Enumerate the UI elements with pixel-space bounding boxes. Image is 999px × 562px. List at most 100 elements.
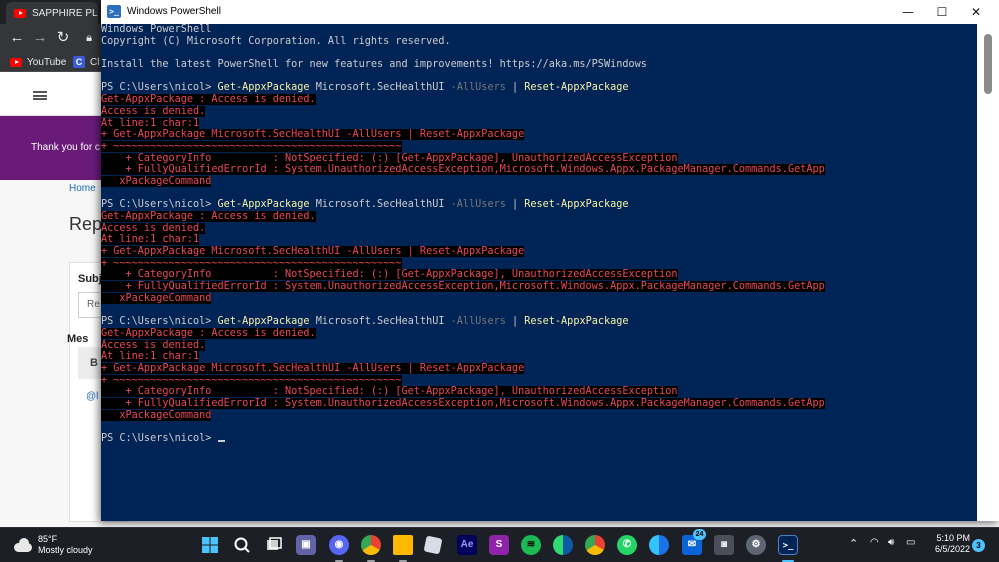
camera-icon[interactable]: ◙ (714, 535, 734, 555)
console-error-line: + ~~~~~~~~~~~~~~~~~~~~~~~~~~~~~~~~~~~~~~… (101, 374, 977, 387)
minimize-button[interactable]: — (891, 0, 925, 24)
chrome-profile-icon[interactable] (585, 535, 605, 555)
pipe-text: | (505, 82, 525, 94)
console-error-line: Get-AppxPackage : Access is denied. (101, 327, 977, 340)
browser-tab[interactable]: SAPPHIRE PL (6, 2, 98, 24)
powershell-icon: >_ (107, 5, 121, 18)
console-header-line: Install the latest PowerShell for new fe… (101, 59, 647, 71)
battery-icon[interactable]: ▭ (906, 537, 915, 548)
bookmark-youtube[interactable]: YouTube (10, 54, 66, 70)
error-text: Access is denied. (101, 339, 206, 351)
console-header-line: Copyright (C) Microsoft Corporation. All… (101, 35, 451, 47)
parameter-text: -AllUsers (450, 316, 506, 328)
error-text: Get-AppxPackage : Access is denied. (101, 94, 316, 106)
error-text: + Get-AppxPackage Microsoft.SecHealthUI … (101, 129, 525, 141)
bookmark-label: YouTube (27, 56, 67, 68)
error-text: + CategoryInfo : NotSpecified: (:) [Get-… (101, 386, 678, 398)
error-text: + ~~~~~~~~~~~~~~~~~~~~~~~~~~~~~~~~~~~~~~… (101, 257, 402, 269)
discord-icon[interactable]: ◉ (329, 535, 349, 555)
cmdlet-text: Reset-AppxPackage (524, 82, 629, 94)
cloud-icon (14, 538, 32, 552)
powershell-taskbar-icon[interactable]: >_ (778, 535, 798, 555)
message-label: Mes (67, 333, 89, 345)
c-logo-icon: C (73, 56, 85, 68)
error-text: + ~~~~~~~~~~~~~~~~~~~~~~~~~~~~~~~~~~~~~~… (101, 374, 402, 386)
console-error-line: Get-AppxPackage : Access is denied. (101, 211, 977, 223)
error-text: Access is denied. (101, 105, 206, 117)
error-text: Get-AppxPackage : Access is denied. (101, 327, 316, 339)
error-text: + FullyQualifiedErrorId : System.Unautho… (101, 398, 825, 409)
parameter-text: -AllUsers (450, 199, 506, 211)
maximize-button[interactable]: ☐ (925, 0, 959, 24)
console-output[interactable]: Windows PowerShell Copyright (C) Microsof… (101, 24, 977, 521)
close-button[interactable]: ✕ (959, 0, 993, 24)
mail-badge: 24 (693, 529, 706, 540)
error-text: xPackageCommand (101, 175, 212, 187)
weather-widget[interactable]: 85°F Mostly cloudy (14, 534, 93, 556)
cmdlet-text: Get-AppxPackage (217, 199, 310, 211)
cmdlet-text: Get-AppxPackage (217, 82, 310, 94)
console-header-line (101, 47, 977, 59)
notepad-icon[interactable] (423, 535, 443, 555)
console-scrollbar[interactable] (977, 24, 999, 521)
app-s-icon[interactable]: S (489, 535, 509, 555)
bookmark-label: Cl (90, 56, 100, 68)
cmdlet-text: Get-AppxPackage (217, 316, 310, 328)
forward-arrow-icon[interactable]: → (31, 29, 49, 47)
console-command-line: PS C:\Users\nicol> Get-AppxPackage Micro… (101, 199, 977, 211)
console-error-line: At line:1 char:1 (101, 117, 977, 130)
browser-tab-title: SAPPHIRE PL (32, 7, 98, 19)
scrollbar-thumb[interactable] (984, 34, 992, 94)
search-icon[interactable] (232, 535, 252, 555)
console-error-line: Access is denied. (101, 339, 977, 352)
teams-chat-icon[interactable]: ▣ (296, 535, 316, 555)
console-error-line: + CategoryInfo : NotSpecified: (:) [Get-… (101, 386, 977, 398)
chrome-icon[interactable] (361, 535, 381, 555)
text-cursor (217, 440, 225, 443)
error-text: At line:1 char:1 (101, 351, 200, 363)
edge-icon[interactable] (553, 535, 573, 555)
back-arrow-icon[interactable]: ← (8, 29, 26, 47)
error-text: + FullyQualifiedErrorId : System.Unautho… (101, 281, 825, 293)
mention-link[interactable]: @l (86, 391, 98, 402)
after-effects-icon[interactable]: Ae (457, 535, 477, 555)
bookmark-c[interactable]: C Cl (73, 54, 99, 70)
lock-icon[interactable]: 🔒︎ (80, 29, 98, 47)
error-text: + ~~~~~~~~~~~~~~~~~~~~~~~~~~~~~~~~~~~~~~… (101, 140, 402, 152)
whatsapp-icon[interactable]: ✆ (617, 535, 637, 555)
notification-badge[interactable]: 3 (972, 539, 985, 552)
settings-gear-icon[interactable]: ⚙ (746, 535, 766, 555)
clock-date: 6/5/2022 (934, 544, 970, 554)
console-error-line: + ~~~~~~~~~~~~~~~~~~~~~~~~~~~~~~~~~~~~~~… (101, 257, 977, 270)
cmdlet-text: Reset-AppxPackage (524, 316, 629, 328)
console-error-line: Get-AppxPackage : Access is denied. (101, 94, 977, 106)
powershell-titlebar[interactable]: >_ Windows PowerShell — ☐ ✕ (101, 0, 999, 24)
chevron-up-icon[interactable]: ⌃ (849, 537, 858, 550)
volume-icon[interactable]: 🔊︎ (888, 537, 894, 548)
hamburger-menu-icon[interactable] (33, 91, 47, 100)
console-error-line: + CategoryInfo : NotSpecified: (:) [Get-… (101, 152, 977, 165)
windows-start-icon[interactable] (200, 535, 220, 555)
file-explorer-icon[interactable] (393, 535, 413, 555)
argument-text: Microsoft.SecHealthUI (309, 82, 451, 94)
console-header-line: Windows PowerShell (101, 24, 212, 35)
reload-icon[interactable]: ↻ (54, 29, 72, 47)
error-text: At line:1 char:1 (101, 234, 200, 246)
wifi-icon[interactable]: ◠ (870, 537, 879, 548)
prompt-text: PS C:\Users\nicol> (101, 82, 218, 94)
error-text: At line:1 char:1 (101, 117, 200, 129)
breadcrumb-home[interactable]: Home (69, 183, 96, 194)
edge-dev-icon[interactable] (649, 535, 669, 555)
subject-label: Subj (78, 273, 102, 285)
console-command-line: PS C:\Users\nicol> Get-AppxPackage Micro… (101, 316, 977, 328)
prompt-text: PS C:\Users\nicol> (101, 433, 218, 445)
console-error-line: xPackageCommand (101, 409, 977, 422)
spotify-icon[interactable]: ≋ (521, 535, 541, 555)
weather-description: Mostly cloudy (38, 545, 93, 555)
clock[interactable]: 5:10 PM 6/5/2022 (924, 533, 970, 555)
prompt-text: PS C:\Users\nicol> (101, 316, 218, 328)
error-text: Get-AppxPackage : Access is denied. (101, 211, 316, 222)
task-view-icon[interactable] (264, 535, 284, 555)
